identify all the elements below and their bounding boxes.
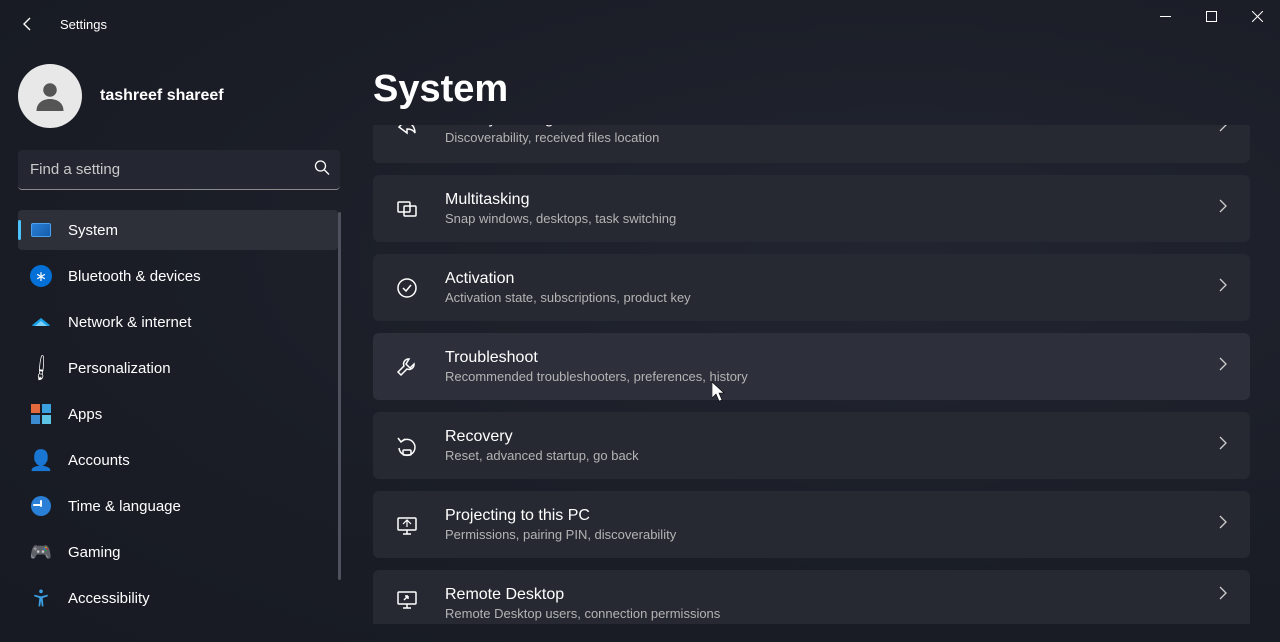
sidebar-item-label: Apps — [68, 406, 102, 423]
sidebar-item-label: Network & internet — [68, 314, 191, 331]
close-icon — [1252, 11, 1263, 22]
apps-icon — [30, 403, 52, 425]
card-desc: Permissions, pairing PIN, discoverabilit… — [445, 527, 1216, 542]
card-remote-desktop[interactable]: Remote Desktop Remote Desktop users, con… — [373, 570, 1250, 624]
app-title: Settings — [60, 17, 107, 32]
sidebar: tashreef shareef System ∗ Bluetooth & de… — [0, 48, 355, 642]
back-button[interactable] — [8, 4, 48, 44]
wrench-icon — [393, 353, 421, 381]
card-title: Remote Desktop — [445, 586, 1216, 604]
close-button[interactable] — [1234, 0, 1280, 32]
chevron-right-icon — [1216, 199, 1230, 218]
card-activation[interactable]: Activation Activation state, subscriptio… — [373, 254, 1250, 321]
maximize-icon — [1206, 11, 1217, 22]
sidebar-item-personalization[interactable]: 🖌 Personalization — [18, 348, 338, 388]
account-icon: 👤 — [30, 449, 52, 471]
sidebar-item-time[interactable]: Time & language — [18, 486, 338, 526]
sidebar-item-label: System — [68, 222, 118, 239]
card-projecting[interactable]: Projecting to this PC Permissions, pairi… — [373, 491, 1250, 558]
chevron-right-icon — [1216, 357, 1230, 376]
chevron-right-icon — [1216, 586, 1230, 605]
check-icon — [393, 274, 421, 302]
card-desc: Snap windows, desktops, task switching — [445, 211, 1216, 226]
chevron-right-icon — [1216, 515, 1230, 534]
settings-cards: Nearby sharing Discoverability, received… — [373, 125, 1250, 624]
project-icon — [393, 511, 421, 539]
sidebar-item-network[interactable]: Network & internet — [18, 302, 338, 342]
window-controls — [1142, 0, 1280, 32]
recovery-icon — [393, 432, 421, 460]
brush-icon: 🖌 — [26, 353, 57, 384]
chevron-right-icon — [1216, 125, 1230, 137]
sidebar-item-label: Accounts — [68, 452, 130, 469]
multitask-icon — [393, 195, 421, 223]
profile-section[interactable]: tashreef shareef — [18, 64, 345, 128]
sidebar-item-label: Time & language — [68, 498, 181, 515]
wifi-icon — [30, 311, 52, 333]
arrow-left-icon — [20, 16, 36, 32]
sidebar-item-label: Personalization — [68, 360, 171, 377]
minimize-button[interactable] — [1142, 0, 1188, 32]
user-name: tashreef shareef — [100, 87, 224, 105]
accessibility-icon — [30, 587, 52, 609]
person-icon — [32, 78, 68, 114]
titlebar: Settings — [0, 0, 1280, 48]
maximize-button[interactable] — [1188, 0, 1234, 32]
sidebar-item-label: Accessibility — [68, 590, 150, 607]
sidebar-item-system[interactable]: System — [18, 210, 338, 250]
card-nearby-sharing[interactable]: Nearby sharing Discoverability, received… — [373, 125, 1250, 163]
remote-icon — [393, 586, 421, 614]
card-title: Projecting to this PC — [445, 507, 1216, 525]
gamepad-icon: 🎮 — [30, 541, 52, 563]
sidebar-item-gaming[interactable]: 🎮 Gaming — [18, 532, 338, 572]
card-desc: Recommended troubleshooters, preferences… — [445, 369, 1216, 384]
card-title: Nearby sharing — [445, 125, 1216, 128]
sidebar-item-label: Gaming — [68, 544, 121, 561]
chevron-right-icon — [1216, 436, 1230, 455]
chevron-right-icon — [1216, 278, 1230, 297]
card-desc: Reset, advanced startup, go back — [445, 448, 1216, 463]
card-troubleshoot[interactable]: Troubleshoot Recommended troubleshooters… — [373, 333, 1250, 400]
card-title: Recovery — [445, 428, 1216, 446]
share-icon — [393, 125, 421, 141]
card-title: Activation — [445, 270, 1216, 288]
search-wrap — [18, 150, 340, 190]
card-title: Troubleshoot — [445, 349, 1216, 367]
sidebar-item-bluetooth[interactable]: ∗ Bluetooth & devices — [18, 256, 338, 296]
system-icon — [30, 219, 52, 241]
main-content: System Nearby sharing Discoverability, r… — [355, 48, 1280, 642]
card-title: Multitasking — [445, 191, 1216, 209]
card-desc: Discoverability, received files location — [445, 130, 1216, 145]
minimize-icon — [1160, 11, 1171, 22]
search-input[interactable] — [18, 150, 340, 190]
card-recovery[interactable]: Recovery Reset, advanced startup, go bac… — [373, 412, 1250, 479]
sidebar-item-apps[interactable]: Apps — [18, 394, 338, 434]
sidebar-item-label: Bluetooth & devices — [68, 268, 201, 285]
clock-icon — [30, 495, 52, 517]
avatar — [18, 64, 82, 128]
sidebar-scrollbar[interactable] — [338, 212, 341, 580]
sidebar-nav: System ∗ Bluetooth & devices Network & i… — [18, 210, 345, 618]
bluetooth-icon: ∗ — [30, 265, 52, 287]
sidebar-item-accessibility[interactable]: Accessibility — [18, 578, 338, 618]
sidebar-item-accounts[interactable]: 👤 Accounts — [18, 440, 338, 480]
card-desc: Activation state, subscriptions, product… — [445, 290, 1216, 305]
search-icon — [314, 160, 330, 181]
card-desc: Remote Desktop users, connection permiss… — [445, 606, 1216, 621]
card-multitasking[interactable]: Multitasking Snap windows, desktops, tas… — [373, 175, 1250, 242]
page-title: System — [373, 68, 1250, 111]
